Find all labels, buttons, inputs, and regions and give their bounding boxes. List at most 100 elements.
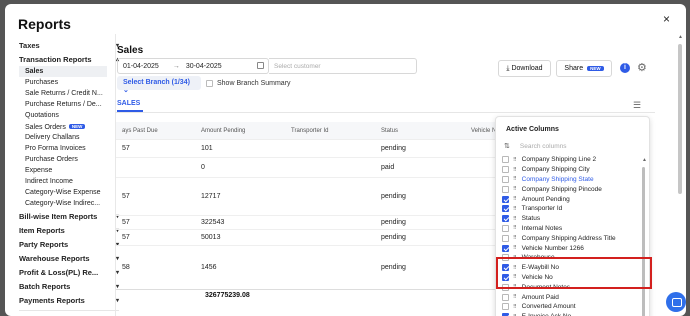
sidebar-item[interactable]: Quotations [19, 110, 107, 121]
select-branch-button[interactable]: Select Branch (1/34) ⌄ [117, 76, 201, 94]
column-option-label: Vehicle Number 1266 [521, 244, 584, 252]
drag-handle-icon[interactable]: ⠿ [513, 304, 517, 310]
drag-handle-icon[interactable]: ⠿ [513, 216, 517, 222]
column-checkbox[interactable] [502, 244, 509, 252]
column-checkbox[interactable] [502, 205, 509, 213]
column-option[interactable]: ⠿ Company Shipping Line 2 [502, 155, 638, 165]
drag-handle-icon[interactable]: ⠿ [513, 176, 517, 182]
drag-handle-icon[interactable]: ⠿ [513, 294, 517, 300]
chat-icon[interactable] [666, 292, 686, 312]
sidebar-section[interactable]: Item Reports ▾ [19, 223, 119, 237]
drag-handle-icon[interactable]: ⠿ [513, 157, 517, 163]
column-checkbox[interactable] [502, 156, 509, 164]
column-option[interactable]: ⠿ Amount Pending [502, 194, 638, 204]
scroll-up-icon[interactable]: ▲ [642, 157, 647, 163]
drag-handle-icon[interactable]: ⠿ [513, 167, 517, 173]
column-option[interactable]: ⠿ Company Shipping Address Title [502, 233, 638, 243]
calendar-icon[interactable] [257, 62, 264, 69]
sidebar-item[interactable]: Sales Orders NEW [19, 121, 107, 132]
table-row[interactable]: 58 1456 pending [116, 246, 501, 290]
sidebar-item[interactable]: Category-Wise Expense [19, 187, 107, 198]
sidebar-item[interactable]: Purchase Orders [19, 154, 107, 165]
column-option[interactable]: ⠿ Converted Amount [502, 302, 638, 312]
sidebar-item[interactable]: Sales [19, 66, 107, 77]
table-row[interactable]: 57 322543 pending [116, 216, 501, 230]
column-option[interactable]: ⠿ Company Shipping Pincode [502, 184, 638, 194]
column-option[interactable]: ⠿ Company Shipping City [502, 165, 638, 175]
sidebar-item[interactable]: Purchase Returns / De... [19, 99, 107, 110]
sidebar: Taxes ▾ Transaction Reports ▴ Sales Purchases… [19, 38, 119, 316]
column-list: ⠿ Company Shipping Line 2 ⠿ Company Shippin… [502, 155, 638, 316]
panel-scrollbar[interactable]: ▲ [642, 157, 647, 316]
column-option[interactable]: ⠿ Amount Paid [502, 292, 638, 302]
column-checkbox[interactable] [502, 195, 509, 203]
sidebar-section[interactable]: Bill-wise Item Reports ▾ [19, 209, 119, 223]
download-button[interactable]: ⤓ Download [498, 60, 551, 77]
drag-handle-icon[interactable]: ⠿ [513, 235, 517, 241]
column-option[interactable]: ⠿ Company Shipping State [502, 175, 638, 185]
column-header[interactable]: Status [381, 128, 471, 134]
column-search-input[interactable]: Search columns [520, 143, 567, 150]
column-checkbox[interactable] [502, 175, 509, 183]
sidebar-item[interactable]: Category-Wise Indirec... [19, 198, 107, 209]
share-button[interactable]: Share NEW [556, 60, 612, 77]
tab-sales[interactable]: SALES [117, 100, 140, 107]
date-range-picker[interactable]: 01-04-2025 → 30-04-2025 [117, 58, 269, 74]
column-header[interactable]: Transporter Id [291, 128, 381, 134]
table-row[interactable]: 57 101 pending [116, 140, 501, 158]
sidebar-section[interactable]: Taxes ▾ [19, 38, 119, 52]
drag-handle-icon[interactable]: ⠿ [513, 186, 517, 192]
column-option[interactable]: ⠿E-Invoice Ack No [502, 312, 638, 316]
gear-icon[interactable]: ⚙ [637, 61, 647, 74]
sidebar-section[interactable]: Warehouse Reports ▾ [19, 251, 119, 265]
sidebar-section[interactable]: Batch Reports ▾ [19, 279, 119, 293]
column-option[interactable]: ⠿ Vehicle Number 1266 [502, 243, 638, 253]
filter-icon[interactable]: ☰ [633, 100, 641, 111]
chevron-icon[interactable]: ▾ [116, 297, 119, 304]
customer-select[interactable]: Select customer [269, 58, 417, 74]
sidebar-section[interactable]: Profit & Loss(PL) Re... ▾ [19, 265, 119, 279]
table-row[interactable]: 0 paid [116, 158, 501, 178]
column-header[interactable]: Amount Pending [201, 128, 291, 134]
scroll-up-icon[interactable]: ▲ [678, 34, 683, 40]
column-option[interactable]: ⠿ Transporter Id [502, 204, 638, 214]
column-checkbox[interactable] [502, 224, 509, 232]
sort-icon[interactable]: ⇅ [504, 142, 510, 150]
sidebar-item[interactable]: Sale Returns / Credit N... [19, 88, 107, 99]
sidebar-section[interactable]: Transaction Reports ▴ [19, 52, 119, 66]
column-checkbox[interactable] [502, 234, 509, 242]
column-checkbox[interactable] [502, 303, 509, 311]
column-checkbox[interactable] [502, 293, 509, 301]
column-header[interactable]: ays Past Due [116, 128, 201, 134]
column-search[interactable]: ⇅ Search columns [504, 139, 644, 153]
sidebar-item[interactable]: Purchases [19, 77, 107, 88]
sidebar-item[interactable]: Delivery Challans [19, 132, 107, 143]
date-to[interactable]: 30-04-2025 [186, 63, 222, 70]
sidebar-item[interactable]: Pro Forma Invoices [19, 143, 107, 154]
drag-handle-icon[interactable]: ⠿ [513, 225, 517, 231]
sidebar-item-label: Sales Orders [25, 124, 66, 131]
column-checkbox[interactable] [502, 166, 509, 174]
date-from[interactable]: 01-04-2025 [123, 63, 159, 70]
sidebar-section[interactable]: Payments Reports ▾ [19, 293, 119, 307]
column-checkbox[interactable] [502, 215, 509, 223]
sidebar-item[interactable]: Expense [19, 165, 107, 176]
checkbox[interactable] [206, 80, 213, 87]
column-checkbox[interactable] [502, 185, 509, 193]
column-option[interactable]: ⠿ Status [502, 214, 638, 224]
sidebar-item-label: Pro Forma Invoices [25, 145, 86, 152]
show-branch-summary-toggle[interactable]: Show Branch Summary [206, 80, 291, 87]
sidebar-section[interactable]: Party Reports ▾ [19, 237, 119, 251]
drag-handle-icon[interactable]: ⠿ [513, 206, 517, 212]
close-icon[interactable]: × [663, 12, 670, 26]
column-option[interactable]: ⠿ Internal Notes [502, 224, 638, 234]
main-scrollbar[interactable] [678, 44, 682, 194]
drag-handle-icon[interactable]: ⠿ [513, 196, 517, 202]
table-row[interactable]: 57 50013 pending [116, 230, 501, 246]
info-icon[interactable]: i [620, 63, 630, 73]
drag-handle-icon[interactable]: ⠿ [513, 245, 517, 251]
sidebar-item[interactable]: Indirect Income [19, 176, 107, 187]
scrollbar-thumb[interactable] [642, 167, 645, 316]
table-row[interactable]: 57 12717 pending [116, 178, 501, 216]
new-badge: NEW [587, 66, 604, 71]
